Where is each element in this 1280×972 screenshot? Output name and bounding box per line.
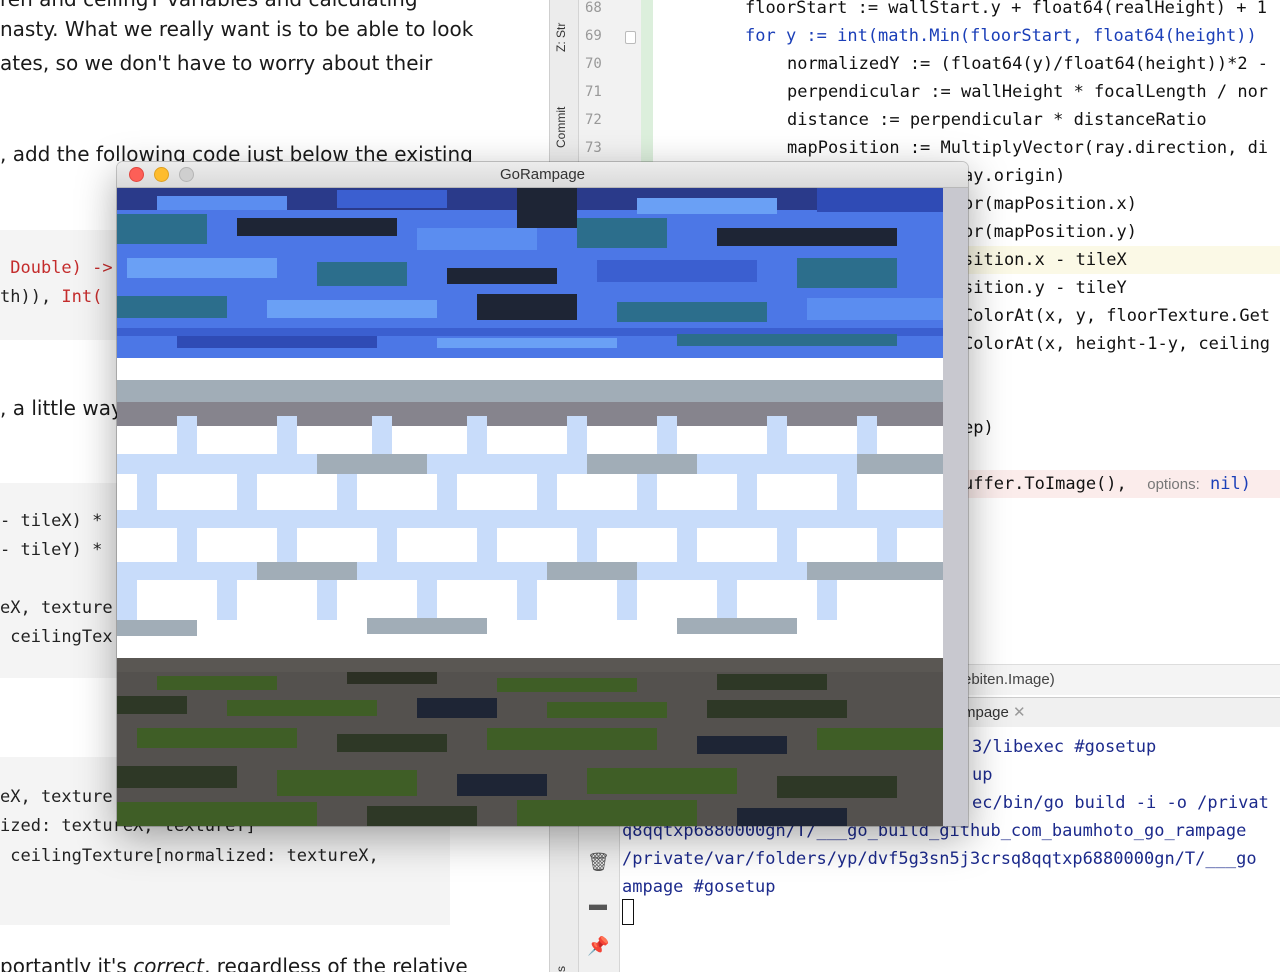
code-line: ceilingTex [0, 627, 113, 647]
console-line: ec/bin/go build -i -o /privat [972, 793, 1269, 813]
tutorial-paragraph-line: ates, so we don't have to worry about th… [0, 51, 433, 75]
code-line: sition.x - tileX [963, 250, 1127, 270]
console-line: 3/libexec #gosetup [972, 737, 1157, 757]
code-line: normalizedY := (float64(y)/float64(heigh… [787, 54, 1269, 74]
layout-icon[interactable]: ▬ [587, 893, 609, 915]
code-token: Int( [61, 287, 103, 307]
window-titlebar[interactable]: GoRampage [117, 162, 968, 188]
code-line: ColorAt(x, height-1-y, ceiling [963, 334, 1271, 354]
line-number: 69 [585, 28, 602, 44]
breadcrumb-item[interactable]: ebiten.Image) [963, 665, 1055, 695]
code-token: th)), [0, 287, 62, 307]
console-line: ampage #gosetup [622, 877, 776, 897]
code-line: - tileX) * [0, 511, 103, 531]
code-text: floorStart := wallStart.y + float64(real… [745, 0, 1267, 18]
code-token: Double) -> [0, 258, 113, 278]
run-tab[interactable]: mpage ✕ [963, 698, 1026, 728]
commit-tab[interactable]: Commit [554, 107, 568, 148]
parameter-hint: options: [1147, 476, 1200, 493]
tutorial-paragraph-line: ren and ceilingY variables and calculati… [0, 0, 418, 12]
code-line: uffer.ToImage(), options: nil) [963, 470, 1251, 498]
code-line: eX, texture [0, 787, 113, 807]
code-line: or(mapPosition.y) [963, 222, 1137, 242]
line-number: 68 [585, 0, 602, 16]
tutorial-paragraph-line: nasty. What we really want is to be able… [0, 17, 474, 41]
tutorial-paragraph-line: portantly it's correct, regardless of th… [0, 953, 468, 972]
code-line: ceilingTexture[normalized: textureX, [0, 846, 379, 866]
line-number: 70 [585, 56, 602, 72]
code-line: ay.origin) [963, 166, 1066, 186]
run-tab-label: mpage [963, 704, 1009, 721]
text-run: , regardless of the relative [204, 954, 468, 972]
fold-marker-icon[interactable] [625, 31, 636, 44]
game-viewport[interactable] [117, 188, 943, 826]
line-number: 72 [585, 112, 602, 128]
tutorial-paragraph-line: , a little way [0, 396, 123, 420]
trash-icon[interactable]: 🗑 [587, 851, 610, 873]
code-line: eX, texture [0, 598, 113, 618]
code-text: for y := int(math.Min(floorStart, float6… [745, 26, 1257, 46]
code-text: nil) [1210, 474, 1251, 494]
code-line: perpendicular := wallHeight * focalLengt… [787, 82, 1269, 102]
code-line: ColorAt(x, y, floorTexture.Get [963, 306, 1271, 326]
code-line: mapPosition := MultiplyVector(ray.direct… [787, 138, 1269, 158]
code-line: or(mapPosition.x) [963, 194, 1137, 214]
line-number: 73 [585, 140, 602, 156]
code-line: th)), Int( [0, 286, 102, 308]
console-line: /private/var/folders/yp/dvf5g3sn5j3crsq8… [622, 849, 1257, 869]
line-number: 71 [585, 84, 602, 100]
side-tab[interactable]: s [554, 966, 568, 972]
pin-icon[interactable]: 📌 [587, 935, 609, 957]
code-line: for y := int(math.Min(floorStart, float6… [745, 22, 1257, 50]
code-text: uffer.ToImage(), [963, 474, 1127, 494]
code-line: - tileY) * [0, 540, 103, 560]
game-window[interactable]: GoRampage [117, 162, 968, 826]
emphasis-text: correct [133, 954, 205, 972]
code-line: Double) -> [0, 257, 113, 279]
close-icon[interactable]: ✕ [1013, 704, 1026, 721]
code-line: sition.y - tileY [963, 278, 1127, 298]
text-cursor [622, 899, 634, 925]
code-line: floorStart := wallStart.y + float64(real… [745, 0, 1267, 22]
code-line: distance := perpendicular * distanceRati… [787, 110, 1207, 130]
structure-tab[interactable]: Z: Str [554, 23, 568, 52]
window-edge-strip [943, 188, 968, 826]
console-line: up [972, 765, 993, 785]
text-run: portantly it's [0, 954, 134, 972]
vcs-change-marker [641, 0, 653, 180]
window-title: GoRampage [499, 166, 586, 183]
